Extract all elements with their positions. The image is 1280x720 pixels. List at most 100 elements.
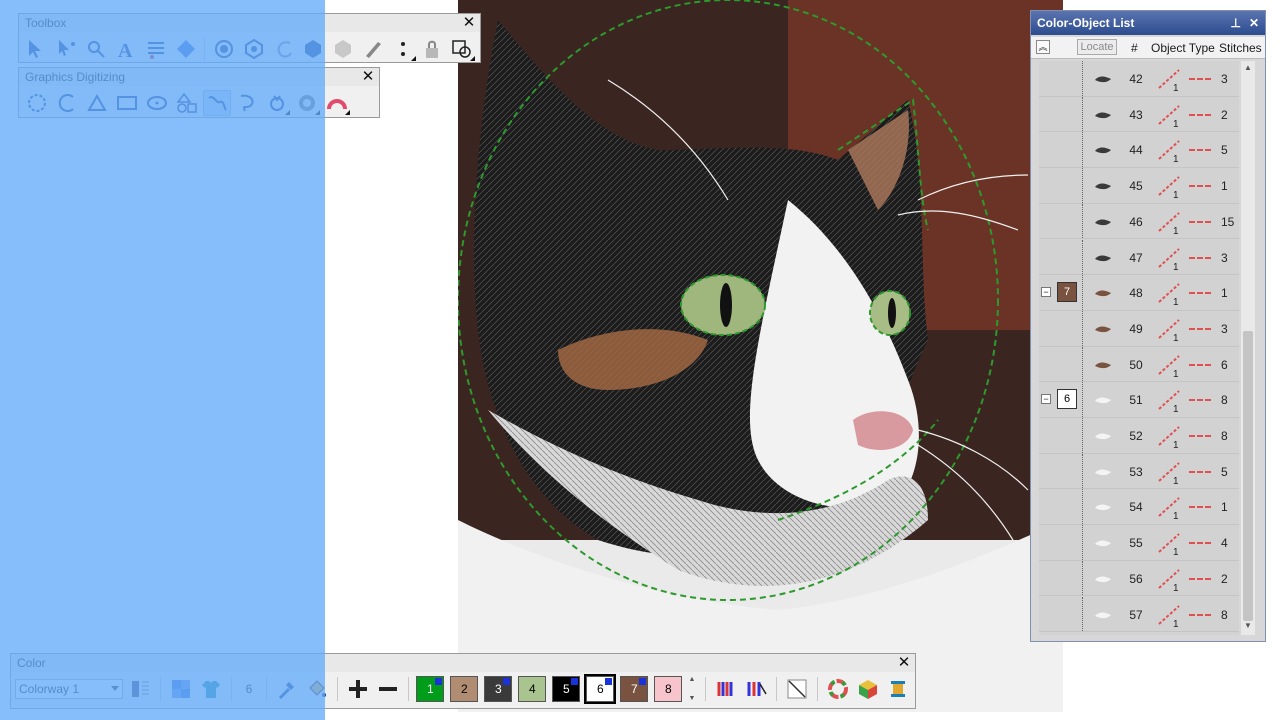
stitch-edit-icon[interactable] xyxy=(82,36,110,62)
no-color-icon[interactable] xyxy=(784,676,810,702)
curve-stitch-icon[interactable] xyxy=(270,36,298,62)
shape-nodes-icon[interactable] xyxy=(83,90,111,116)
stitch-line-icon xyxy=(1189,185,1211,188)
list-item[interactable]: 50 1 6 xyxy=(1039,346,1239,383)
graphics-close-icon[interactable]: ✕ xyxy=(361,68,375,86)
color-swatch-7[interactable]: 7 xyxy=(620,676,649,702)
object-thumbnail-icon xyxy=(1095,147,1111,154)
collapse-icon[interactable]: − xyxy=(1041,394,1051,405)
appliqué-icon[interactable] xyxy=(172,36,200,62)
list-item[interactable]: 49 1 3 xyxy=(1039,310,1239,347)
color-palette: 1 2 3 4 5 6 7 8 xyxy=(416,674,683,704)
list-item[interactable]: 55 1 4 xyxy=(1039,525,1239,561)
list-item[interactable]: 53 1 5 xyxy=(1039,453,1239,490)
knife-icon[interactable] xyxy=(359,36,387,62)
chevron-up-icon[interactable]: ▲ xyxy=(686,676,697,683)
add-color-icon[interactable] xyxy=(345,676,371,702)
object-list-scrollbar[interactable]: ▲ ▼ xyxy=(1241,61,1255,635)
stitch-line-icon xyxy=(1189,292,1211,295)
color-block-badge: 6 xyxy=(1057,389,1077,410)
list-item[interactable]: 43 1 2 xyxy=(1039,96,1239,133)
swatch-number: 2 xyxy=(461,682,468,696)
swatch-number: 3 xyxy=(495,682,502,696)
freehand-open-icon[interactable] xyxy=(203,90,231,116)
thread-chart-icon[interactable] xyxy=(127,676,153,702)
panel-close-icon[interactable]: ✕ xyxy=(1249,11,1259,35)
group-icon[interactable] xyxy=(448,36,476,62)
hexagon-fill-icon[interactable] xyxy=(300,36,328,62)
pin-icon[interactable]: ⊥ xyxy=(1230,11,1240,35)
dots-icon[interactable] xyxy=(389,36,417,62)
eyedropper-icon[interactable] xyxy=(274,676,300,702)
color-cube-icon[interactable] xyxy=(855,676,881,702)
digitize-closed-shape-icon[interactable] xyxy=(23,90,51,116)
scroll-up-arrow-icon[interactable]: ▲ xyxy=(1242,63,1254,75)
monogramming-icon[interactable] xyxy=(142,36,170,62)
column-header: ︽ Locate # Object Type Stitches xyxy=(1031,37,1265,59)
list-item[interactable]: 57 1 8 xyxy=(1039,596,1239,633)
list-item[interactable]: 56 1 2 xyxy=(1039,560,1239,597)
chevron-down-icon[interactable]: ▼ xyxy=(686,695,697,702)
color-wheel-icon[interactable] xyxy=(825,676,851,702)
photo-stitch-icon[interactable] xyxy=(293,90,321,116)
scrollbar-thumb[interactable] xyxy=(1243,331,1253,621)
color-photo-stitch-icon[interactable] xyxy=(323,90,351,116)
digitize-open-shape-icon[interactable] xyxy=(53,90,81,116)
svg-text:1: 1 xyxy=(1173,226,1179,235)
toolbox-close-icon[interactable]: ✕ xyxy=(462,14,476,32)
list-item[interactable]: 52 1 8 xyxy=(1039,418,1239,454)
stitch-line-icon xyxy=(1189,113,1211,116)
shapes-icon[interactable] xyxy=(173,90,201,116)
collapse-all-button[interactable]: ︽ xyxy=(1036,40,1050,54)
list-item[interactable]: −6 51 1 8 xyxy=(1039,382,1239,418)
satin-stitch-type-icon: 1 xyxy=(1158,319,1180,342)
toolbar-separator xyxy=(230,677,232,701)
fill-stitch-icon[interactable] xyxy=(210,36,238,62)
list-item[interactable]: 45 1 1 xyxy=(1039,168,1239,204)
product-shirt-icon[interactable] xyxy=(198,676,224,702)
stitch-line-icon xyxy=(1189,613,1211,616)
list-item[interactable]: 54 1 1 xyxy=(1039,489,1239,526)
list-item[interactable]: 46 1 15 xyxy=(1039,203,1239,240)
scroll-down-arrow-icon[interactable]: ▼ xyxy=(1242,621,1254,633)
collapse-icon[interactable]: − xyxy=(1041,287,1051,298)
list-item[interactable]: 44 1 5 xyxy=(1039,132,1239,169)
color-swatch-6[interactable]: 6 xyxy=(584,674,617,704)
background-fabric-icon[interactable] xyxy=(168,676,194,702)
thread-spool-icon[interactable] xyxy=(885,676,911,702)
color-toolbar-close-icon[interactable]: ✕ xyxy=(897,654,911,672)
remove-color-icon[interactable] xyxy=(375,676,401,702)
colorway-select[interactable]: Colorway 1 xyxy=(15,679,123,699)
list-item[interactable]: −7 48 1 1 xyxy=(1039,275,1239,311)
stitch-count: 6 xyxy=(1221,357,1228,372)
my-threads-icon[interactable] xyxy=(743,676,769,702)
color-swatch-3[interactable]: 3 xyxy=(484,676,513,702)
auto-digitize-icon[interactable] xyxy=(263,90,291,116)
outline-stitch-icon[interactable] xyxy=(240,36,268,62)
lettering-icon[interactable]: A xyxy=(112,36,140,62)
satin-stitch-type-icon: 1 xyxy=(1158,390,1180,413)
reshape-object-icon[interactable] xyxy=(53,36,81,62)
list-item[interactable]: 47 1 3 xyxy=(1039,239,1239,276)
object-number: 51 xyxy=(1129,393,1143,408)
lock-icon[interactable] xyxy=(419,36,447,62)
select-object-icon[interactable] xyxy=(23,36,51,62)
color-swatch-5[interactable]: 5 xyxy=(552,676,581,702)
list-item[interactable]: 42 1 3 xyxy=(1039,61,1239,97)
freehand-closed-icon[interactable] xyxy=(233,90,261,116)
thread-colors-icon[interactable] xyxy=(713,676,739,702)
locate-button[interactable]: Locate xyxy=(1077,39,1117,55)
rectangle-icon[interactable] xyxy=(113,90,141,116)
color-swatch-1[interactable]: 1 xyxy=(416,676,445,702)
color-swatch-8[interactable]: 8 xyxy=(654,676,683,702)
graphics-tools xyxy=(19,86,379,120)
palette-scroll[interactable]: ▲ ▼ xyxy=(686,676,697,702)
ellipse-icon[interactable] xyxy=(143,90,171,116)
paint-bucket-icon[interactable] xyxy=(304,676,330,702)
hexagon-outline-icon[interactable] xyxy=(329,36,357,62)
svg-text:1: 1 xyxy=(1173,511,1179,520)
graphics-digitizing-panel: Graphics Digitizing ✕ xyxy=(18,67,380,118)
color-swatch-2[interactable]: 2 xyxy=(450,676,479,702)
color-swatch-4[interactable]: 4 xyxy=(518,676,547,702)
stitch-line-icon xyxy=(1189,435,1211,437)
